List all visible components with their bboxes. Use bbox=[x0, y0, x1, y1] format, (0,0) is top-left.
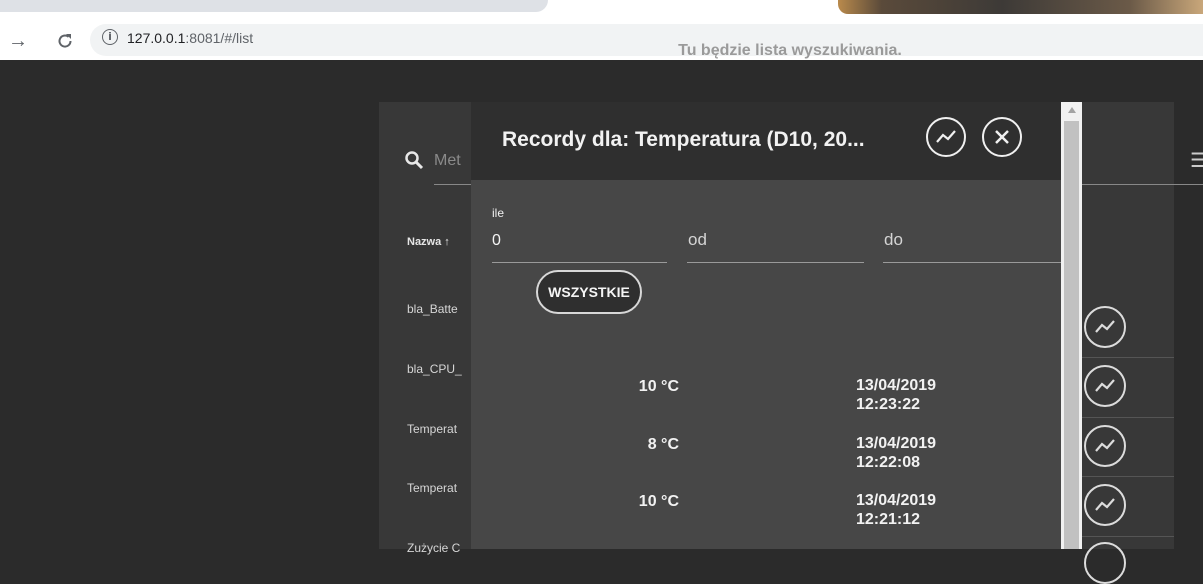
dialog-title: Recordy dla: Temperatura (D10, 20... bbox=[502, 128, 865, 151]
chart-line-icon bbox=[1095, 439, 1115, 452]
chart-button[interactable] bbox=[1084, 425, 1126, 467]
chart-line-icon bbox=[1095, 498, 1115, 511]
chart-line-icon bbox=[936, 130, 956, 143]
row-divider bbox=[1078, 357, 1174, 358]
row-divider bbox=[1078, 536, 1174, 537]
record-time: 12:22:08 bbox=[856, 454, 921, 471]
row-divider bbox=[1078, 417, 1174, 418]
ile-underline bbox=[492, 262, 667, 263]
record-date: 13/04/2019 bbox=[856, 492, 937, 509]
search-icon-glyph bbox=[405, 151, 424, 170]
browser-tab-strip bbox=[0, 0, 1203, 22]
record-datetime: 13/04/2019 12:23:22 bbox=[856, 376, 936, 414]
chart-button[interactable] bbox=[1084, 306, 1126, 348]
chart-button[interactable] bbox=[1084, 484, 1126, 526]
column-header-name[interactable]: Nazwa ↑ bbox=[407, 236, 450, 248]
search-icon bbox=[404, 150, 424, 176]
chart-button[interactable] bbox=[926, 117, 966, 157]
close-icon bbox=[995, 130, 1009, 144]
close-button[interactable] bbox=[982, 117, 1022, 157]
site-info-icon[interactable]: i bbox=[102, 29, 118, 45]
all-button[interactable]: WSZYSTKIE bbox=[536, 270, 642, 314]
list-row-label: Temperat bbox=[407, 422, 458, 436]
od-input[interactable]: od bbox=[688, 230, 707, 250]
browser-tab-thumbnail[interactable] bbox=[838, 0, 1203, 14]
ile-label: ile bbox=[492, 206, 505, 220]
chart-button[interactable] bbox=[1084, 542, 1126, 584]
record-value: 8 °C bbox=[647, 436, 679, 453]
scrollbar-thumb[interactable] bbox=[1064, 121, 1079, 549]
url-path: :8081/#/list bbox=[185, 30, 254, 46]
record-datetime: 13/04/2019 12:22:08 bbox=[856, 434, 936, 472]
list-row-label: Zużycie C bbox=[407, 541, 461, 555]
chart-line-icon bbox=[1095, 320, 1115, 333]
do-input[interactable]: do bbox=[884, 230, 903, 250]
reload-icon-glyph bbox=[58, 34, 72, 48]
menu-icon[interactable]: ☰ bbox=[1190, 148, 1203, 173]
record-date: 13/04/2019 bbox=[856, 377, 937, 394]
record-time: 12:23:22 bbox=[856, 396, 921, 413]
forward-arrow-icon[interactable]: → bbox=[8, 22, 28, 60]
browser-tab[interactable] bbox=[0, 0, 548, 12]
record-value: 10 °C bbox=[638, 493, 679, 510]
page-heading: Tu będzie lista wyszukiwania. bbox=[678, 42, 902, 59]
record-value: 10 °C bbox=[638, 378, 679, 395]
list-row-label: Temperat bbox=[407, 481, 458, 495]
ile-input[interactable]: 0 bbox=[492, 232, 501, 250]
row-divider bbox=[1078, 476, 1174, 477]
reload-icon[interactable] bbox=[56, 22, 74, 60]
scroll-up-arrow-icon[interactable] bbox=[1068, 107, 1076, 113]
record-date: 13/04/2019 bbox=[856, 435, 937, 452]
list-row-label: bla_CPU_ bbox=[407, 362, 462, 376]
records-dialog: Recordy dla: Temperatura (D10, 20... ile… bbox=[471, 102, 1061, 549]
record-datetime: 13/04/2019 12:21:12 bbox=[856, 491, 936, 529]
list-row-label: bla_Batte bbox=[407, 302, 458, 316]
chart-line-icon bbox=[1095, 379, 1115, 392]
chart-button[interactable] bbox=[1084, 365, 1126, 407]
url-host: 127.0.0.1 bbox=[127, 30, 186, 46]
dialog-header: Recordy dla: Temperatura (D10, 20... bbox=[471, 102, 1061, 180]
od-underline bbox=[687, 262, 864, 263]
do-underline bbox=[883, 262, 1061, 263]
search-input[interactable]: Met bbox=[434, 152, 474, 170]
record-time: 12:21:12 bbox=[856, 511, 921, 528]
url-text[interactable]: 127.0.0.1:8081/#/list bbox=[127, 29, 253, 47]
